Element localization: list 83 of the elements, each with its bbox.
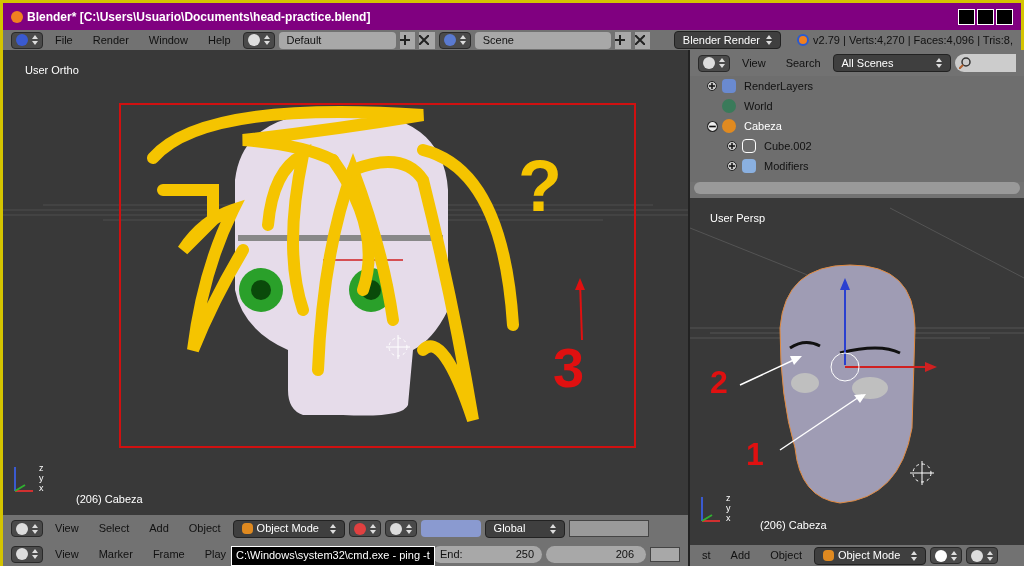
- current-frame-field[interactable]: 206: [546, 545, 646, 563]
- menu-item[interactable]: Select: [90, 520, 138, 537]
- menu-item[interactable]: Render: [84, 31, 137, 49]
- window-title: Blender* [C:\Users\Usuario\Documents\head-practice.blend]: [27, 8, 372, 26]
- menu-item[interactable]: Search: [777, 54, 829, 72]
- outliner-item[interactable]: Cabeza: [740, 117, 786, 135]
- search-field[interactable]: [954, 54, 1016, 72]
- outliner-item[interactable]: RenderLayers: [740, 77, 818, 95]
- axis-label: x: [39, 483, 44, 493]
- scene-field[interactable]: Scene: [474, 31, 612, 49]
- menu-item[interactable]: Add: [722, 547, 759, 564]
- cmd-tooltip: C:\Windows\system32\cmd.exe - ping -t: [231, 546, 435, 566]
- updown-icon: [32, 523, 38, 534]
- updown-icon: [719, 58, 725, 68]
- viewport[interactable]: User Persp 2 1 z y x (206) Cabeza: [690, 198, 1024, 545]
- updown-icon: [329, 523, 336, 534]
- view-label: User Persp: [710, 211, 766, 226]
- outliner-item[interactable]: Cube.002: [760, 137, 816, 155]
- menu-item[interactable]: Help: [199, 31, 239, 49]
- view-label: User Ortho: [25, 63, 79, 78]
- axis-label: y: [726, 503, 731, 513]
- menu-item[interactable]: View: [734, 54, 774, 72]
- updown-icon: [935, 58, 942, 68]
- updown-icon: [986, 550, 993, 561]
- plus-icon[interactable]: [707, 81, 717, 91]
- outliner-type-button[interactable]: [698, 54, 730, 72]
- axis-label: z: [39, 463, 44, 473]
- plus-icon[interactable]: [727, 161, 737, 171]
- annotation-text: 3: [553, 340, 585, 396]
- mode-dropdown[interactable]: Object Mode: [232, 519, 345, 538]
- updown-icon: [549, 523, 556, 534]
- menu-item[interactable]: File: [47, 31, 81, 49]
- updown-icon: [910, 550, 917, 561]
- add-icon[interactable]: [615, 31, 631, 49]
- info-editor-button[interactable]: [11, 31, 43, 49]
- updown-icon: [459, 35, 466, 45]
- axis-label: x: [726, 513, 731, 523]
- outliner-item[interactable]: Modifiers: [760, 157, 813, 175]
- scrollbar[interactable]: [694, 182, 1020, 194]
- menu-item[interactable]: View: [47, 545, 87, 563]
- updown-icon: [263, 35, 270, 45]
- menu-item[interactable]: Frame: [144, 545, 193, 563]
- search-icon: [958, 57, 971, 69]
- layout-button[interactable]: [242, 31, 275, 49]
- orientation-dropdown[interactable]: Global: [484, 519, 565, 538]
- layout-field[interactable]: Default: [278, 31, 396, 49]
- annotation-text: 1: [746, 438, 764, 470]
- axis-label: z: [726, 493, 731, 503]
- updown-icon: [32, 549, 38, 559]
- shading-button[interactable]: [929, 547, 962, 564]
- object-label: (206) Cabeza: [760, 517, 827, 533]
- render-engine-dropdown[interactable]: Blender Render: [673, 31, 782, 49]
- updown-icon: [405, 523, 412, 534]
- menu-item[interactable]: st: [694, 547, 719, 564]
- menu-item[interactable]: Object: [180, 520, 229, 537]
- menu-item[interactable]: Window: [140, 31, 196, 49]
- updown-icon: [766, 35, 773, 45]
- add-icon[interactable]: [399, 31, 416, 49]
- scene-stats: v2.79 | Verts:4,270 | Faces:4,096 | Tris:8,: [813, 32, 1013, 48]
- scene-button[interactable]: [438, 31, 471, 49]
- object-label: (206) Cabeza: [76, 491, 143, 507]
- annotation-text: 2: [710, 366, 728, 398]
- end-frame-field[interactable]: End: 250: [432, 545, 542, 563]
- editor-type-button[interactable]: [11, 520, 43, 537]
- menu-item[interactable]: Add: [141, 520, 177, 537]
- pivot-button[interactable]: [384, 520, 417, 537]
- mode-dropdown[interactable]: Object Mode: [813, 546, 926, 565]
- viewport[interactable]: User Ortho ? 3 z y x (206) Cabeza: [3, 50, 688, 515]
- filter-dropdown[interactable]: All Scenes: [832, 54, 951, 72]
- clock-button[interactable]: [11, 545, 43, 563]
- updown-icon: [369, 523, 376, 534]
- plus-icon[interactable]: [727, 141, 737, 151]
- menu-item[interactable]: View: [47, 520, 87, 537]
- annotation-text: ?: [518, 150, 562, 222]
- menu-item[interactable]: Object: [762, 547, 810, 564]
- updown-icon: [32, 35, 38, 45]
- menu-item[interactable]: Marker: [90, 545, 141, 563]
- shading-button[interactable]: [348, 520, 381, 537]
- updown-icon: [950, 550, 957, 561]
- minus-icon[interactable]: [706, 120, 718, 132]
- axis-label: y: [39, 473, 44, 483]
- pivot-button[interactable]: [965, 547, 998, 564]
- outliner-item[interactable]: World: [740, 97, 777, 115]
